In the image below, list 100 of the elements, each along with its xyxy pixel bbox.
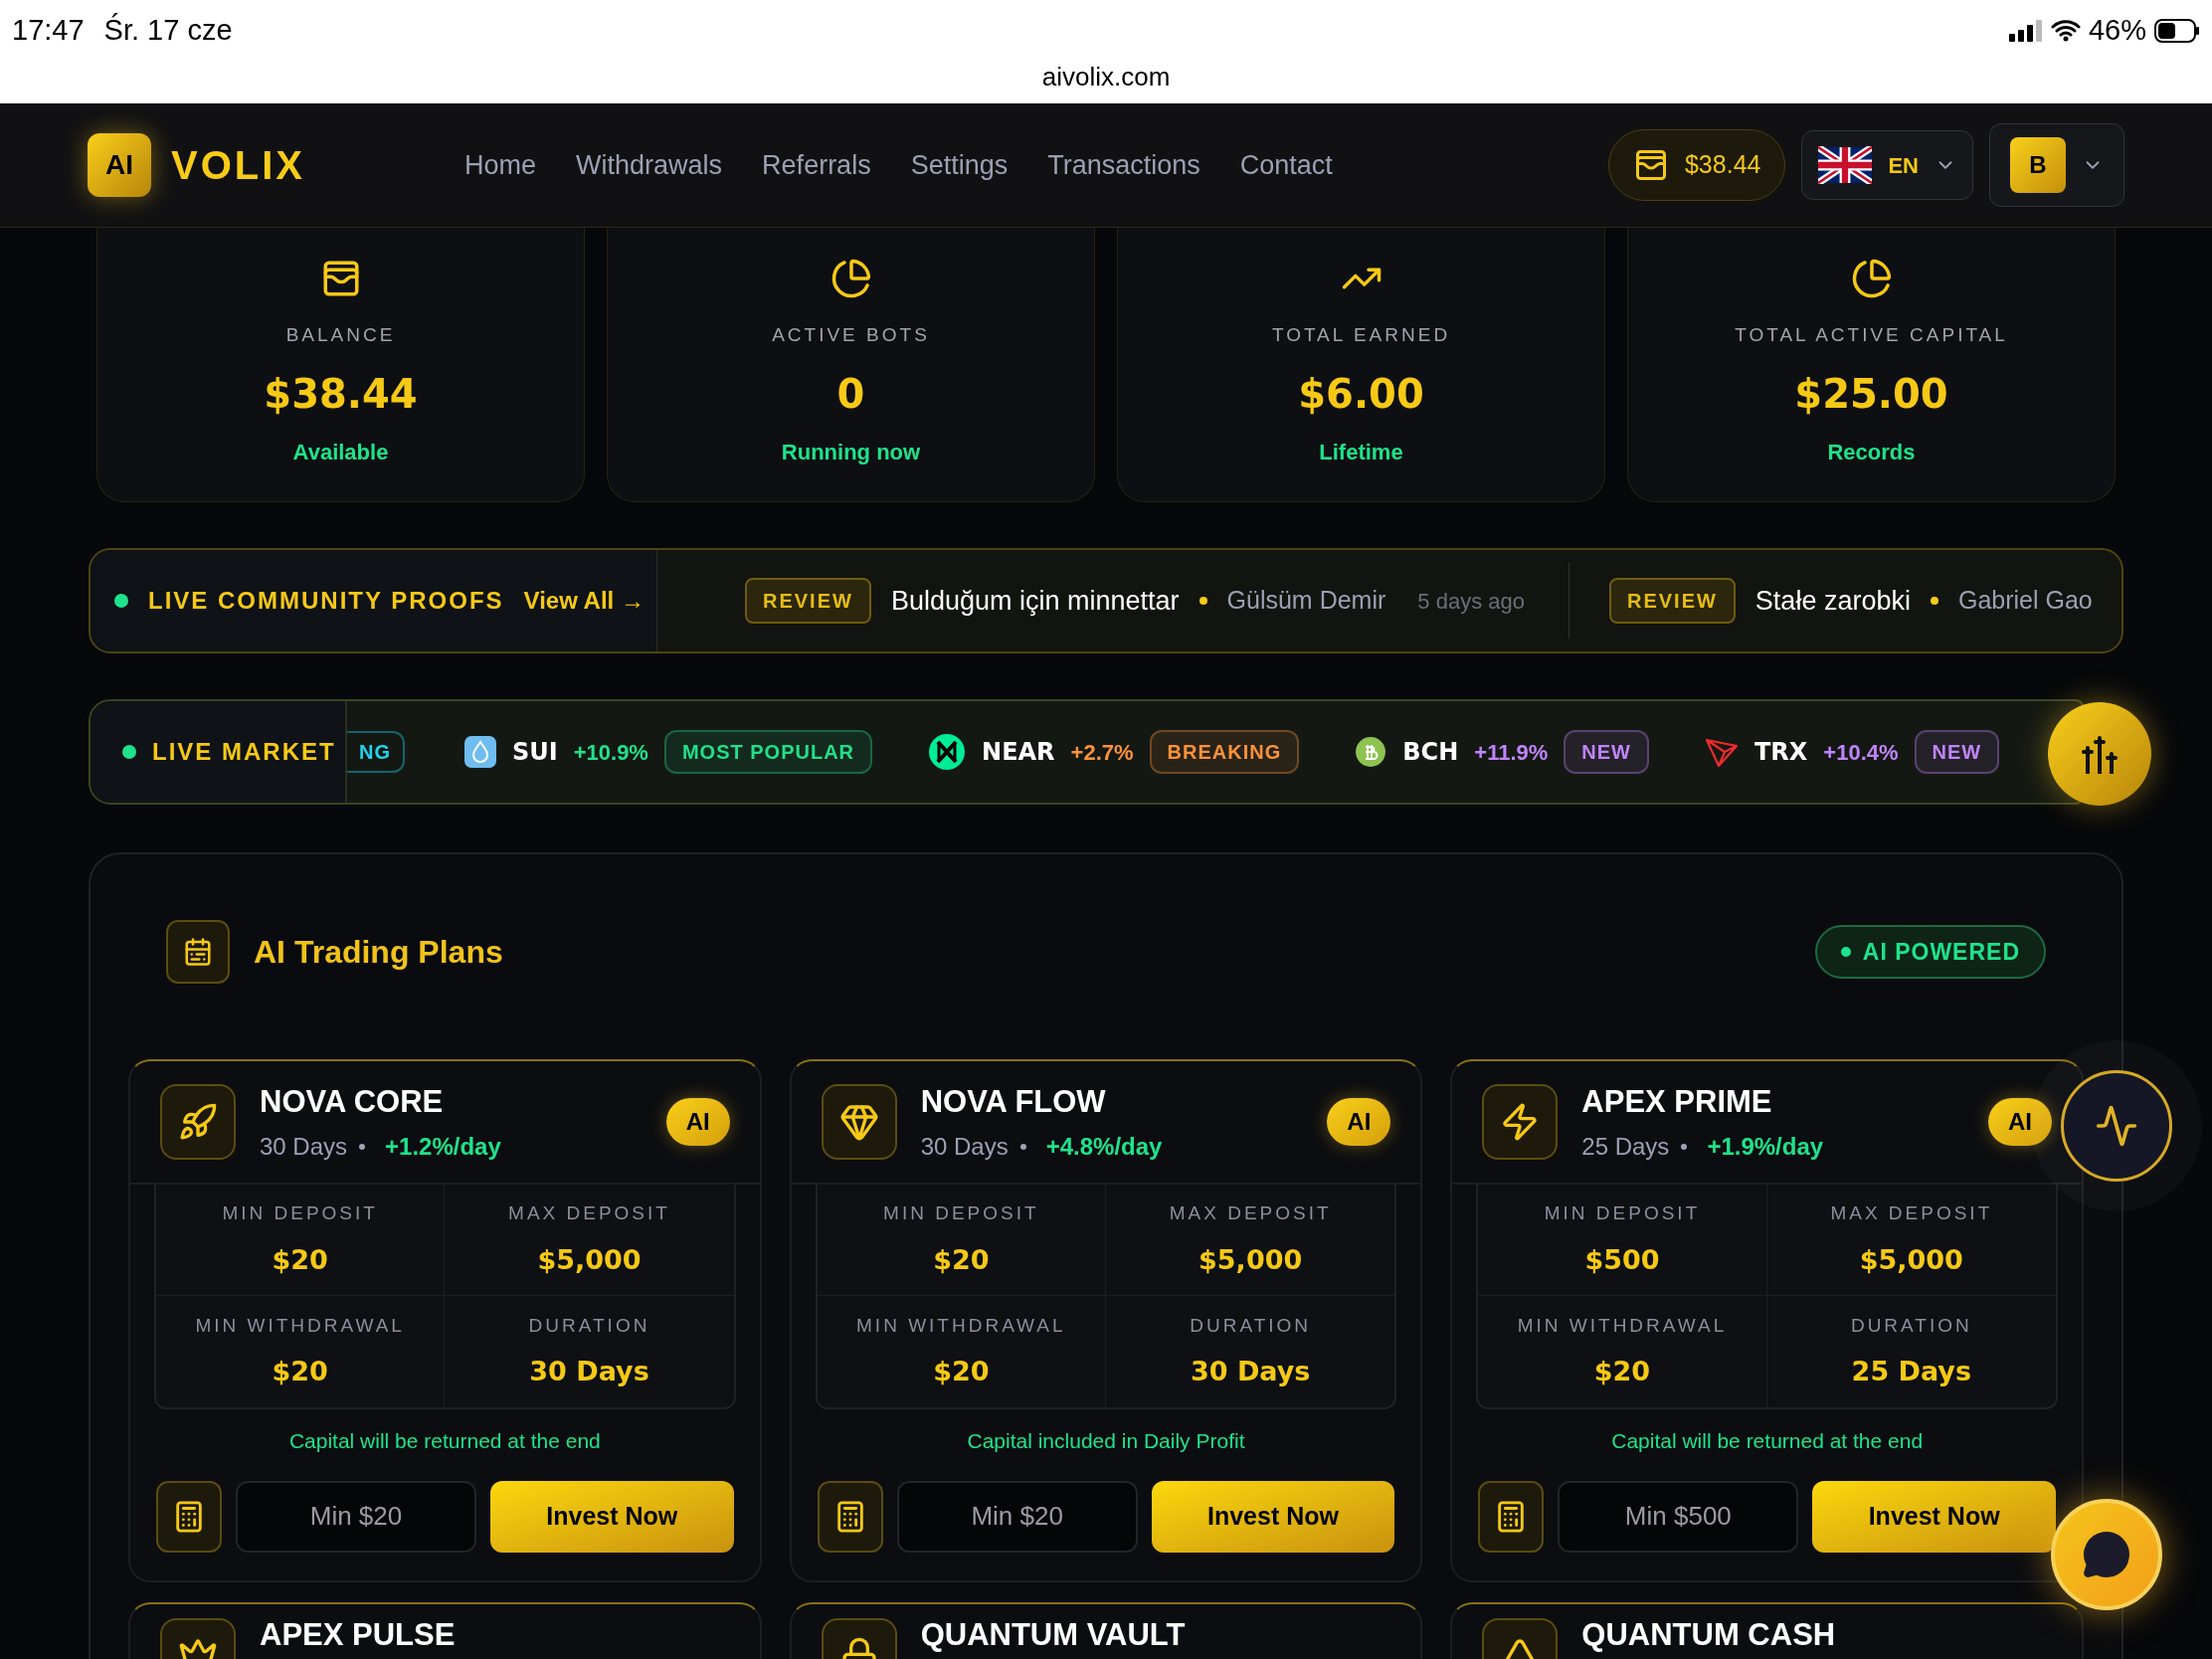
logo-badge: AI: [88, 133, 151, 197]
detail-value: $20: [272, 1355, 328, 1388]
logo-text: VOLIX: [171, 142, 306, 189]
stat-note: Available: [292, 438, 389, 466]
market-badge: NG: [347, 731, 405, 773]
triangle-logo-icon: [1704, 736, 1739, 768]
avatar: B: [2010, 137, 2066, 193]
coin-symbol: TRX: [1753, 737, 1808, 768]
detail-label: MAX DEPOSIT: [1830, 1201, 1993, 1225]
nav-link[interactable]: Withdrawals: [576, 144, 723, 186]
detail-label: MIN DEPOSIT: [1544, 1201, 1701, 1225]
capital-note: Capital included in Daily Profit: [966, 1428, 1246, 1454]
balance-button[interactable]: $38.44: [1607, 129, 1786, 201]
review-text: Stałe zarobki: [1754, 584, 1911, 618]
stat-value: $38.44: [264, 369, 418, 419]
plan-name: QUANTUM CASH: [1581, 1617, 1836, 1652]
plan-name: NOVA CORE: [260, 1082, 445, 1121]
detail-label: MIN WITHDRAWAL: [1517, 1313, 1728, 1338]
ai-badge: AI: [1327, 1098, 1391, 1146]
detail-label: MIN WITHDRAWAL: [195, 1313, 405, 1338]
market-badge: NEW: [1914, 730, 2000, 774]
chat-icon: [2082, 1530, 2131, 1579]
coin-change: +2.7%: [1070, 738, 1134, 767]
coin-change: +10.9%: [573, 738, 648, 767]
stat-label: TOTAL ACTIVE CAPITAL: [1735, 323, 2008, 347]
nav-link[interactable]: Referrals: [762, 144, 871, 186]
capital-note: Capital will be returned at the end: [287, 1428, 602, 1454]
plan-rate: +1.2%/day: [385, 1132, 501, 1163]
review-author: Gabriel Gao: [1957, 585, 2093, 617]
wifi-icon: [2050, 20, 2081, 42]
review-time: 5 days ago: [1417, 587, 1525, 616]
battery-percent: 46%: [2088, 13, 2146, 49]
plan-rate: +4.8%/day: [1045, 1132, 1163, 1163]
amount-field[interactable]: Min $500: [1558, 1480, 1799, 1553]
detail-label: DURATION: [1850, 1313, 1972, 1338]
invest-now-button[interactable]: Invest Now: [1151, 1480, 1395, 1553]
review-tag: REVIEW: [1608, 578, 1736, 624]
stat-value: 0: [836, 369, 865, 419]
nav-link[interactable]: Contact: [1239, 144, 1333, 186]
detail-value: $20: [933, 1242, 990, 1277]
nav-link[interactable]: Home: [464, 144, 537, 186]
calculator-button[interactable]: [1478, 1480, 1545, 1553]
coin-change: +10.4%: [1823, 738, 1899, 767]
url-text[interactable]: aivolix.com: [1041, 58, 1171, 96]
plan-name: APEX PULSE: [260, 1617, 456, 1652]
stat-value: $25.00: [1794, 369, 1948, 419]
nav-link[interactable]: Settings: [910, 144, 1009, 186]
plans-title: AI Trading Plans: [254, 933, 503, 972]
ai-badge: AI: [665, 1098, 730, 1146]
amount-field[interactable]: Min $20: [236, 1480, 476, 1553]
detail-value: $20: [272, 1242, 328, 1277]
detail-value: $5,000: [1859, 1242, 1963, 1277]
status-time: 17:47: [12, 13, 85, 49]
stat-value: $6.00: [1298, 369, 1424, 419]
ai-powered-badge: AI POWERED: [1814, 925, 2046, 979]
detail-value: $5,000: [1198, 1242, 1303, 1277]
view-all-link[interactable]: View All →: [523, 583, 645, 619]
market-badge: MOST POPULAR: [663, 730, 873, 774]
invest-now-button[interactable]: Invest Now: [1812, 1480, 2056, 1553]
coin-symbol: NEAR: [982, 737, 1055, 768]
stat-icon: [1850, 258, 1893, 299]
stat-note: Lifetime: [1319, 438, 1403, 466]
chart-bars-button[interactable]: [2048, 702, 2151, 806]
plan-icon: [838, 1102, 879, 1142]
stat-label: BALANCE: [285, 323, 396, 347]
stat-label: TOTAL EARNED: [1271, 323, 1451, 347]
plan-days: 30 Days: [920, 1129, 1009, 1166]
plan-days: 25 Days: [1581, 1129, 1670, 1166]
chat-button[interactable]: [2051, 1499, 2162, 1610]
detail-label: MAX DEPOSIT: [508, 1201, 670, 1225]
calendar-icon: [183, 937, 213, 967]
detail-value: $500: [1584, 1242, 1660, 1277]
calculator-button[interactable]: [156, 1480, 222, 1553]
amount-field[interactable]: Min $20: [896, 1480, 1138, 1553]
status-date: Śr. 17 cze: [103, 12, 233, 49]
capital-note: Capital will be returned at the end: [1610, 1428, 1925, 1454]
sliders-icon: [2082, 734, 2118, 774]
detail-value: $20: [933, 1355, 990, 1388]
droplet-icon: [464, 736, 496, 768]
coin-symbol: BCH: [1402, 737, 1459, 768]
detail-value: $5,000: [537, 1242, 642, 1277]
detail-label: MIN DEPOSIT: [883, 1201, 1039, 1225]
market-title: LIVE MARKET: [152, 737, 336, 767]
language-selector[interactable]: EN: [1801, 130, 1973, 200]
invest-now-button[interactable]: Invest Now: [490, 1480, 734, 1553]
activity-icon: [2095, 1104, 2138, 1148]
coin-icon: [928, 733, 967, 771]
nav-link[interactable]: Transactions: [1047, 144, 1200, 186]
calculator-button[interactable]: [817, 1480, 883, 1553]
account-menu-button[interactable]: B: [1989, 123, 2124, 207]
plan-days: 30 Days: [260, 1129, 348, 1166]
stat-note: Records: [1827, 438, 1916, 466]
ai-badge: AI: [1988, 1098, 2052, 1146]
detail-value: 30 Days: [1190, 1355, 1311, 1388]
plan-icon: [178, 1102, 218, 1142]
market-badge: NEW: [1564, 730, 1649, 774]
plan-name: NOVA FLOW: [920, 1082, 1107, 1121]
detail-label: DURATION: [1190, 1313, 1312, 1338]
flag-icon: [1818, 146, 1873, 184]
review-tag: REVIEW: [745, 578, 871, 624]
